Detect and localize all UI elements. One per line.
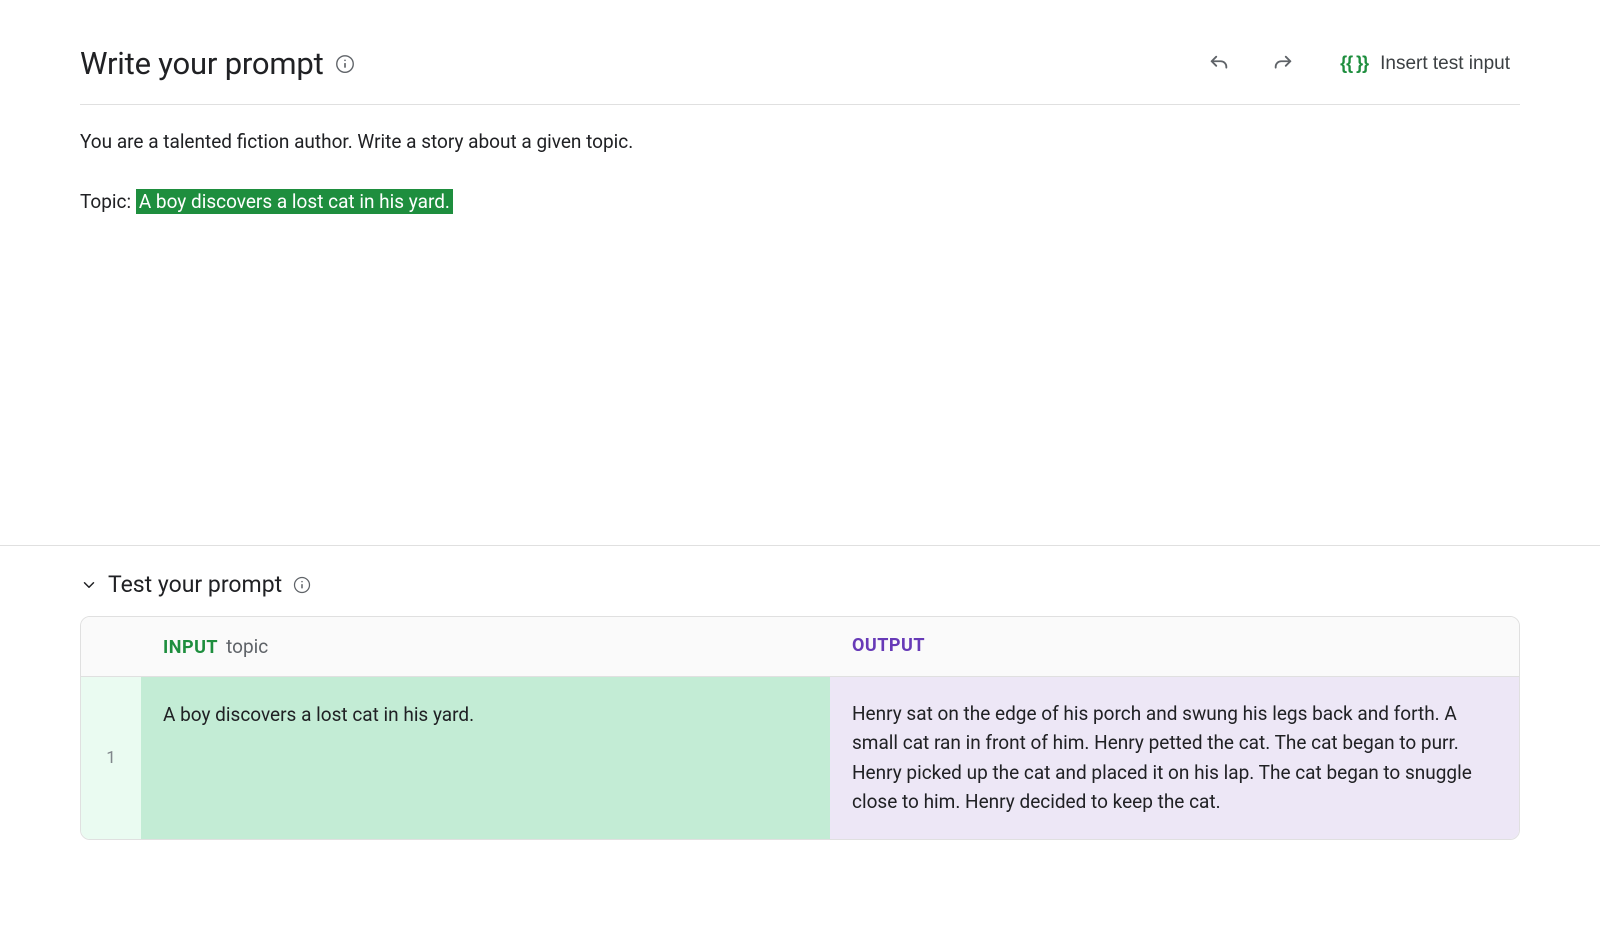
insert-test-input-button[interactable]: {{ }} Insert test input [1330, 47, 1520, 81]
insert-test-input-label: Insert test input [1380, 53, 1510, 75]
prompt-header: Write your prompt {{ }} [80, 45, 1520, 105]
topic-label: Topic: [80, 190, 136, 213]
test-section-header[interactable]: Test your prompt [80, 571, 1520, 598]
header-right: {{ }} Insert test input [1202, 47, 1520, 81]
table-row: 1 A boy discovers a lost cat in his yard… [81, 677, 1519, 839]
test-section: Test your prompt INPUT topic OUTPUT 1 A b… [0, 545, 1600, 840]
input-header-label: INPUT [163, 637, 218, 658]
input-header-sublabel: topic [226, 635, 268, 658]
undo-icon [1208, 53, 1230, 75]
info-icon[interactable] [292, 575, 312, 595]
undo-button[interactable] [1202, 47, 1236, 81]
output-column-header: OUTPUT [830, 617, 1519, 676]
row-number-cell: 1 [81, 677, 141, 839]
redo-icon [1272, 53, 1294, 75]
input-column-header: INPUT topic [141, 617, 830, 676]
braces-icon: {{ }} [1340, 53, 1368, 74]
prompt-topic-line: Topic: A boy discovers a lost cat in his… [80, 187, 1520, 217]
topic-variable-highlight[interactable]: A boy discovers a lost cat in his yard. [136, 189, 453, 214]
chevron-down-icon [80, 576, 98, 594]
output-cell: Henry sat on the edge of his porch and s… [830, 677, 1519, 839]
table-header-row: INPUT topic OUTPUT [81, 617, 1519, 677]
redo-button[interactable] [1266, 47, 1300, 81]
test-table: INPUT topic OUTPUT 1 A boy discovers a lo… [80, 616, 1520, 840]
output-header-label: OUTPUT [852, 635, 925, 656]
header-left: Write your prompt [80, 45, 356, 82]
prompt-editor[interactable]: You are a talented fiction author. Write… [80, 105, 1520, 218]
info-icon[interactable] [334, 53, 356, 75]
prompt-instruction: You are a talented fiction author. Write… [80, 127, 1520, 157]
input-cell[interactable]: A boy discovers a lost cat in his yard. [141, 677, 830, 839]
row-number-header [81, 617, 141, 676]
test-section-title: Test your prompt [108, 571, 282, 598]
page-title: Write your prompt [80, 45, 324, 82]
